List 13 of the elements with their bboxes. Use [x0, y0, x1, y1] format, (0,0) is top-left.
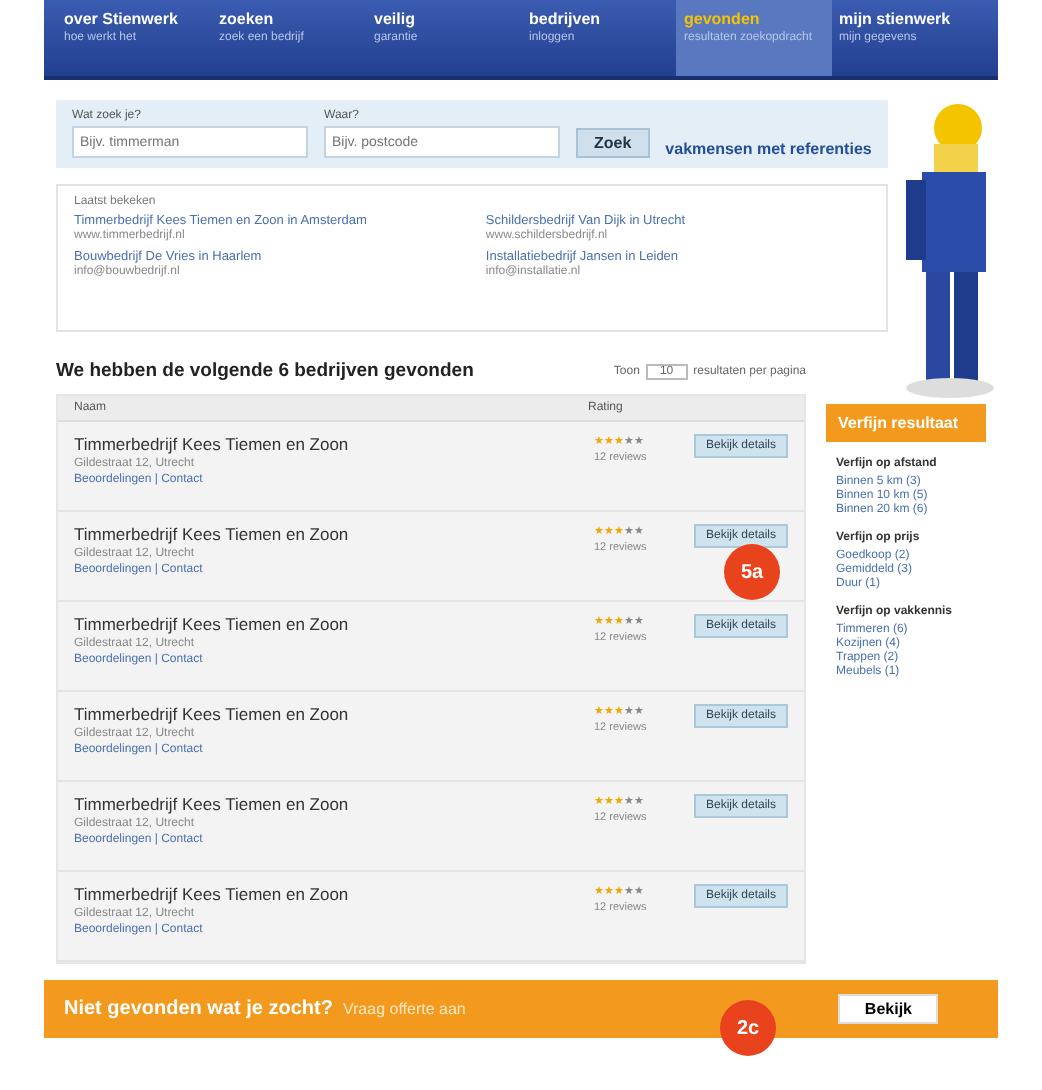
footer-title: Niet gevonden wat je zocht?: [64, 998, 333, 1020]
company-name[interactable]: Timmerbedrijf Kees Tiemen en Zoon: [74, 614, 594, 634]
company-name[interactable]: Timmerbedrijf Kees Tiemen en Zoon: [74, 434, 594, 454]
refine-title: Verfijn resultaat: [826, 404, 986, 442]
footer-text: Vraag offerte aan: [342, 1000, 468, 1018]
promo-text: vakmensen met referenties: [665, 140, 872, 158]
footer-button[interactable]: Bekijk: [838, 994, 938, 1024]
company-name[interactable]: Timmerbedrijf Kees Tiemen en Zoon: [74, 884, 594, 904]
company-name[interactable]: Timmerbedrijf Kees Tiemen en Zoon: [74, 704, 594, 724]
company-name[interactable]: Timmerbedrijf Kees Tiemen en Zoon: [74, 524, 594, 544]
company-name[interactable]: Timmerbedrijf Kees Tiemen en Zoon: [74, 794, 594, 814]
results-heading: We hebben de volgende 6 bedrijven gevonden: [56, 360, 474, 382]
search-button[interactable]: Zoek: [576, 128, 650, 158]
